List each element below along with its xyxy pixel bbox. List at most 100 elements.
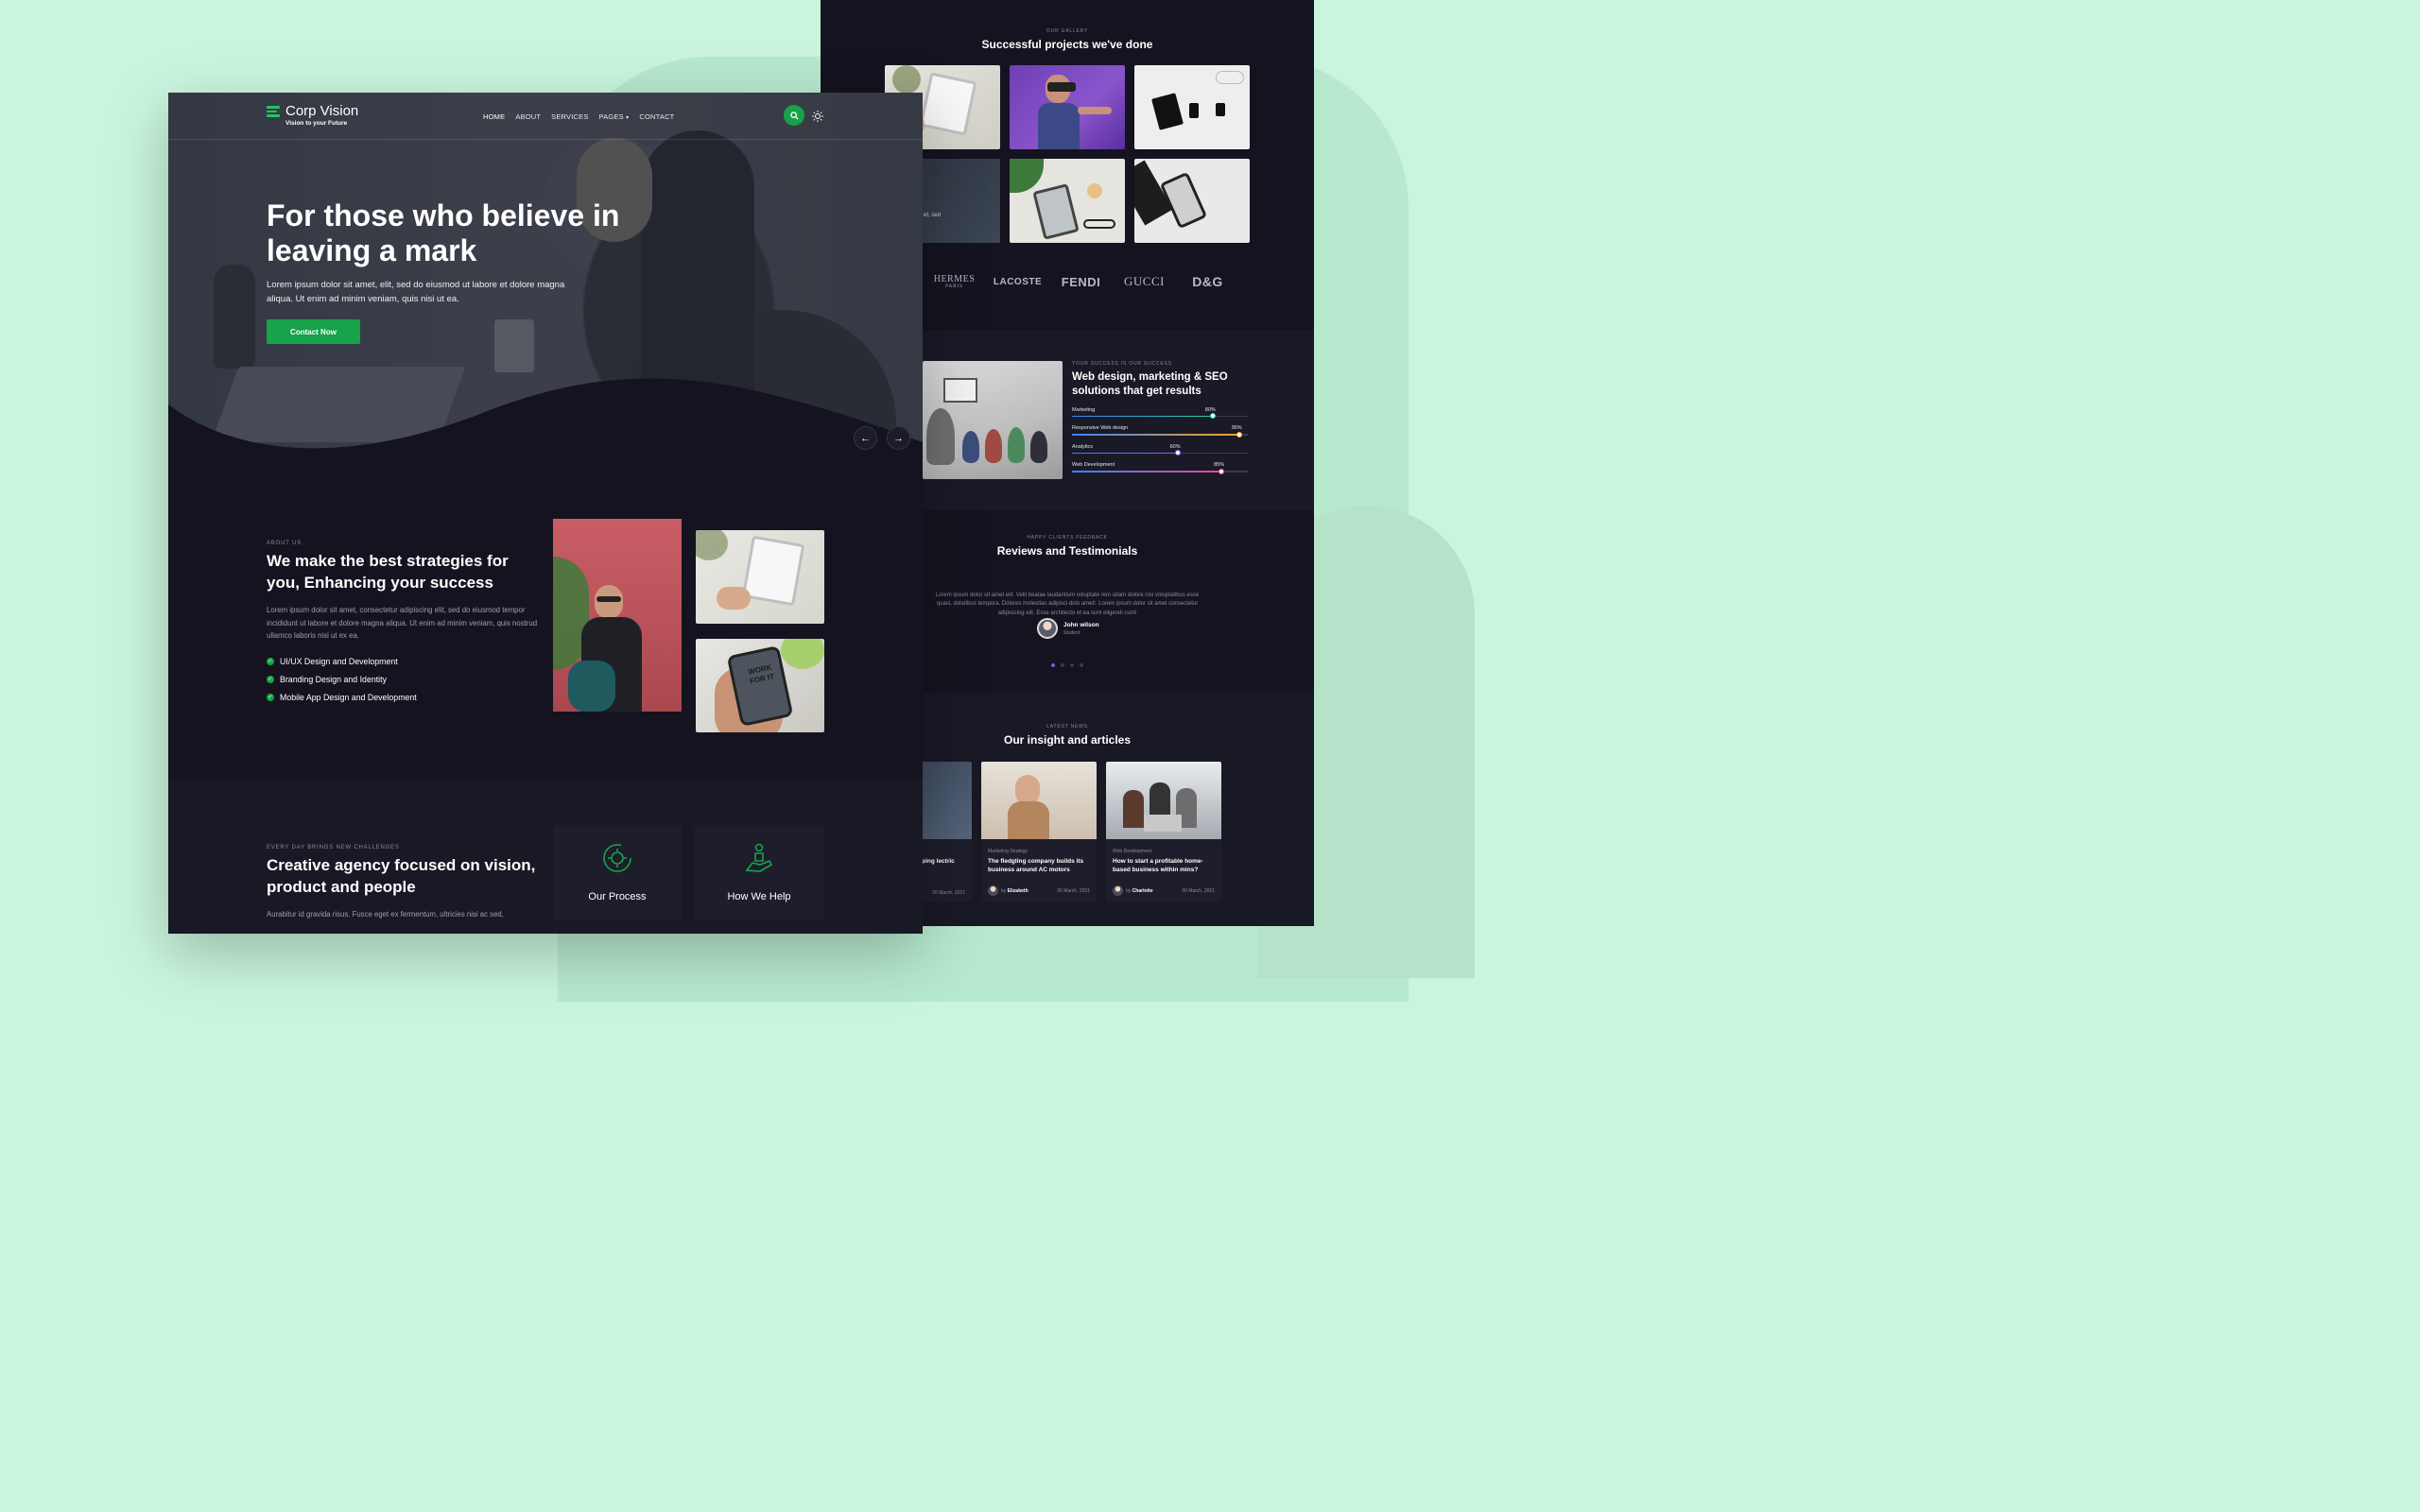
menu-item-about[interactable]: ABOUT <box>515 112 541 121</box>
skill-track <box>1072 431 1248 438</box>
arrow-left-icon: ← <box>860 432 871 444</box>
skill-handle <box>1209 413 1216 420</box>
review-text: Lorem ipsum dolor sit amet elit. Velit b… <box>935 593 1200 616</box>
contact-now-button[interactable]: Contact Now <box>267 319 360 344</box>
news-card[interactable]: Web Development How to start a profitabl… <box>1106 762 1221 902</box>
news-cards: n pportunity in developing lectric motor… <box>856 762 1221 902</box>
news-card-category: Web Development <box>1113 849 1152 854</box>
skill-percent: 95% <box>1231 425 1242 432</box>
brand-logo-fendi: FENDI <box>1061 274 1101 289</box>
news-card-title[interactable]: The fledgling company builds its busines… <box>988 858 1090 875</box>
about-eyebrow: ABOUT US <box>267 541 302 546</box>
skills-title: Web design, marketing & SEO solutions th… <box>1072 371 1228 397</box>
checklist-item: ✓ UI/UX Design and Development <box>267 656 398 666</box>
carousel-dot-4[interactable] <box>1080 663 1083 667</box>
news-card-image <box>981 762 1097 839</box>
brand-title: Corp Vision <box>285 103 359 119</box>
hero-title: For those who believe in leaving a mark <box>267 198 620 267</box>
gallery-title: Successful projects we've done <box>981 38 1153 51</box>
helping-hand-icon <box>745 843 773 872</box>
about-checklist: ✓ UI/UX Design and Development ✓ Branding … <box>267 657 541 702</box>
gallery-item-desk-tablet[interactable] <box>1010 159 1125 243</box>
news-card[interactable]: Marketing Strategy The fledgling company… <box>981 762 1097 902</box>
skill-fill <box>1072 471 1222 472</box>
news-card-author: Elizabeth <box>1007 887 1028 894</box>
gallery-eyebrow: OUR GALLERY <box>1046 28 1089 34</box>
gallery-grid: t 4 ut lectus, eros et, sed Finish <box>885 65 1250 243</box>
carousel-dot-2[interactable] <box>1061 663 1064 667</box>
news-card-date: 30 March, 2021 <box>1182 887 1215 894</box>
skill-bar: Analytics 60% <box>1072 443 1248 456</box>
feature-card-help[interactable]: How We Help <box>695 825 823 919</box>
skill-fill <box>1072 415 1213 418</box>
feature-card-process[interactable]: Our Process <box>553 825 682 919</box>
about-body: Lorem ipsum dolor sit amet, consectetur … <box>267 605 538 641</box>
carousel-dots <box>1051 663 1083 667</box>
menu-item-services[interactable]: SERVICES <box>551 112 588 121</box>
news-card-category: Marketing Strategy <box>988 849 1028 854</box>
menu-item-contact[interactable]: CONTACT <box>639 112 674 121</box>
gallery-header: OUR GALLERY Successful projects we've do… <box>821 28 1314 51</box>
skill-label: Responsive Web design <box>1072 425 1129 432</box>
skill-fill <box>1072 434 1239 436</box>
skill-bar: Responsive Web design 95% <box>1072 425 1248 438</box>
sun-icon[interactable] <box>812 111 823 122</box>
skill-handle <box>1236 431 1242 438</box>
agency-section: EVERY DAY BRINGS NEW CHALLENGES Creative… <box>267 845 541 919</box>
brand-logo-gucci: GUCCI <box>1124 274 1165 288</box>
brand-logos: HERMES PARIS LACOSTE FENDI GUCCI D&G <box>923 274 1301 289</box>
reviewer-name: John wilson <box>1063 621 1099 628</box>
skill-track <box>1072 468 1248 474</box>
about-section: ABOUT US We make the best strategies for… <box>267 541 541 711</box>
news-card-author: Charlotte <box>1132 887 1153 894</box>
news-card-title[interactable]: How to start a profitable home-based bus… <box>1113 858 1215 875</box>
feature-label: Our Process <box>588 891 647 902</box>
skills-eyebrow: YOUR SUCCESS IS OUR SUCCESS <box>1072 361 1172 367</box>
avatar <box>1037 618 1058 639</box>
skill-percent: 60% <box>1169 443 1181 450</box>
skill-label: Analytics <box>1072 443 1094 450</box>
top-navigation: Corp Vision Vision to your Future HOME A… <box>168 93 923 140</box>
main-menu: HOME ABOUT SERVICES PAGES ▾ CONTACT <box>483 112 674 121</box>
menu-item-home[interactable]: HOME <box>483 112 505 121</box>
brand-logo-hermes-sub: PARIS <box>945 284 963 289</box>
about-title: We make the best strategies for you, Enh… <box>267 552 509 592</box>
checklist-item: ✓ Branding Design and Identity <box>267 674 387 684</box>
preview-page-main: Corp Vision Vision to your Future HOME A… <box>168 93 923 934</box>
skill-handle <box>1174 450 1181 456</box>
skill-handle <box>1219 468 1225 474</box>
gallery-item-phone-keyboard[interactable] <box>1134 159 1250 243</box>
reviewer-role: Student <box>1063 629 1080 636</box>
skill-percent: 80% <box>1204 406 1216 413</box>
logo-icon <box>267 106 280 119</box>
chevron-down-icon: ▾ <box>626 115 630 121</box>
check-icon: ✓ <box>267 675 274 683</box>
arrow-right-icon: → <box>893 432 904 444</box>
agency-title: Creative agency focused on vision, produ… <box>267 856 536 896</box>
check-icon: ✓ <box>267 693 274 701</box>
brand-tagline: Vision to your Future <box>285 120 348 127</box>
slider-next-button[interactable]: → <box>887 426 910 450</box>
brand-logo-dg: D&G <box>1192 274 1223 289</box>
brand-logo[interactable]: Corp Vision Vision to your Future <box>267 103 358 127</box>
author-avatar <box>988 885 998 896</box>
menu-item-pages[interactable]: PAGES ▾ <box>599 112 630 121</box>
news-card-date: 30 March, 2021 <box>1057 887 1090 894</box>
about-photo-tablet <box>696 530 824 624</box>
brand-logo-lacoste: LACOSTE <box>993 276 1043 287</box>
gallery-item-devices[interactable] <box>1134 65 1250 149</box>
carousel-dot-1[interactable] <box>1051 663 1055 667</box>
skill-bar: Web Development 85% <box>1072 462 1248 474</box>
about-photo-businessman <box>553 519 682 712</box>
gallery-item-vr-person[interactable] <box>1010 65 1125 149</box>
search-button[interactable] <box>784 105 804 126</box>
about-photo-phone: WORK FOR IT <box>696 639 824 732</box>
gear-icon <box>603 844 631 872</box>
agency-eyebrow: EVERY DAY BRINGS NEW CHALLENGES <box>267 845 400 850</box>
carousel-dot-3[interactable] <box>1070 663 1074 667</box>
check-icon: ✓ <box>267 657 274 665</box>
slider-prev-button[interactable]: ← <box>854 426 877 450</box>
skill-label: Marketing <box>1072 406 1096 413</box>
reviewer: John wilson Student <box>1037 618 1099 639</box>
news-card-image <box>1106 762 1221 839</box>
